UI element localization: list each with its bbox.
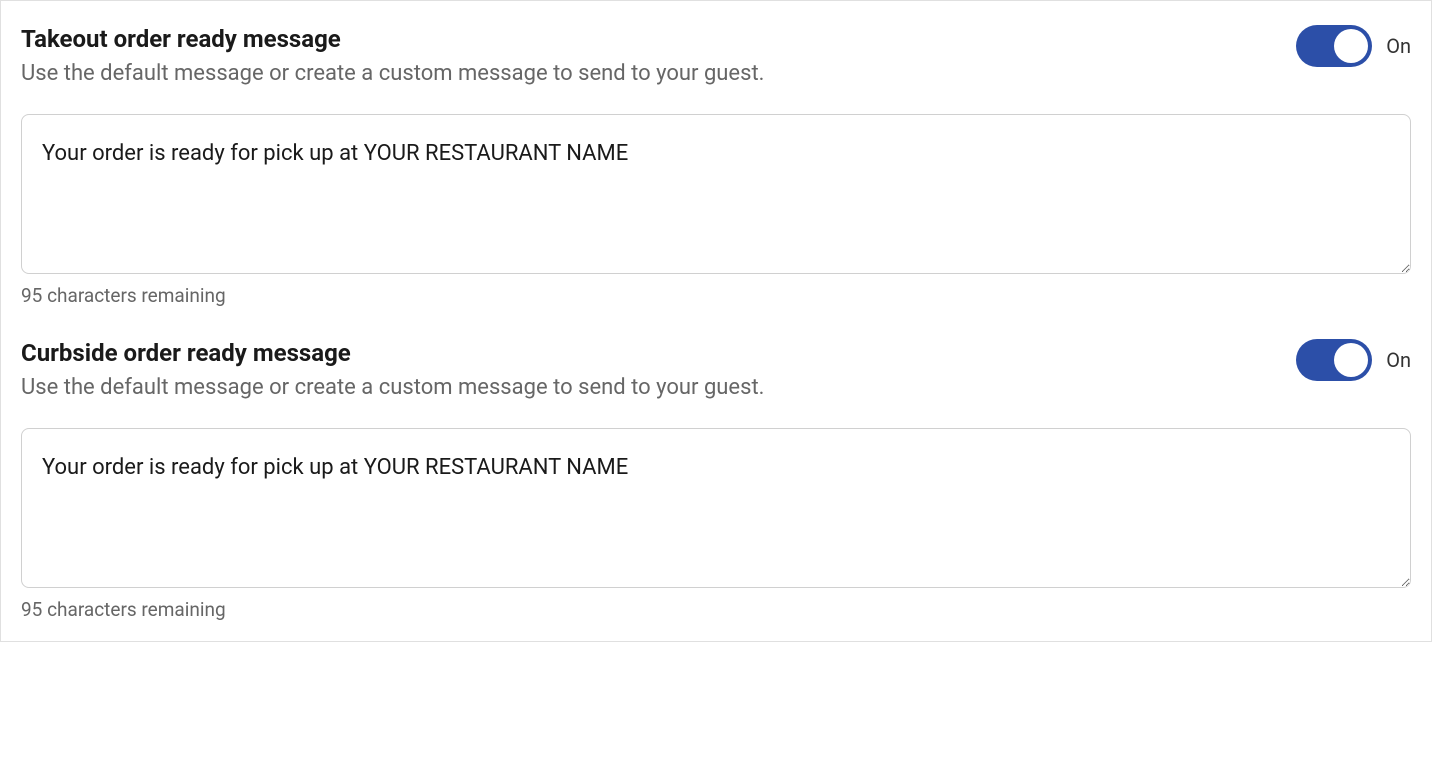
curbside-title: Curbside order ready message — [21, 339, 764, 367]
takeout-header-text: Takeout order ready message Use the defa… — [21, 25, 764, 114]
curbside-textarea-wrap — [21, 428, 1411, 592]
curbside-toggle-label: On — [1386, 348, 1411, 372]
curbside-header-row: Curbside order ready message Use the def… — [21, 339, 1411, 428]
takeout-textarea-wrap — [21, 114, 1411, 278]
takeout-message-section: Takeout order ready message Use the defa… — [21, 25, 1411, 307]
curbside-toggle-wrap: On — [1296, 339, 1411, 381]
takeout-toggle-wrap: On — [1296, 25, 1411, 67]
curbside-header-text: Curbside order ready message Use the def… — [21, 339, 764, 428]
takeout-title: Takeout order ready message — [21, 25, 764, 53]
settings-panel: Takeout order ready message Use the defa… — [0, 0, 1432, 642]
takeout-toggle-label: On — [1386, 34, 1411, 58]
takeout-char-count: 95 characters remaining — [21, 284, 1411, 307]
curbside-message-section: Curbside order ready message Use the def… — [21, 339, 1411, 621]
takeout-header-row: Takeout order ready message Use the defa… — [21, 25, 1411, 114]
takeout-toggle-knob — [1334, 29, 1368, 63]
curbside-char-count: 95 characters remaining — [21, 598, 1411, 621]
curbside-message-input[interactable] — [21, 428, 1411, 588]
curbside-toggle-knob — [1334, 343, 1368, 377]
takeout-toggle[interactable] — [1296, 25, 1372, 67]
takeout-message-input[interactable] — [21, 114, 1411, 274]
curbside-toggle[interactable] — [1296, 339, 1372, 381]
takeout-description: Use the default message or create a cust… — [21, 61, 764, 86]
curbside-description: Use the default message or create a cust… — [21, 375, 764, 400]
